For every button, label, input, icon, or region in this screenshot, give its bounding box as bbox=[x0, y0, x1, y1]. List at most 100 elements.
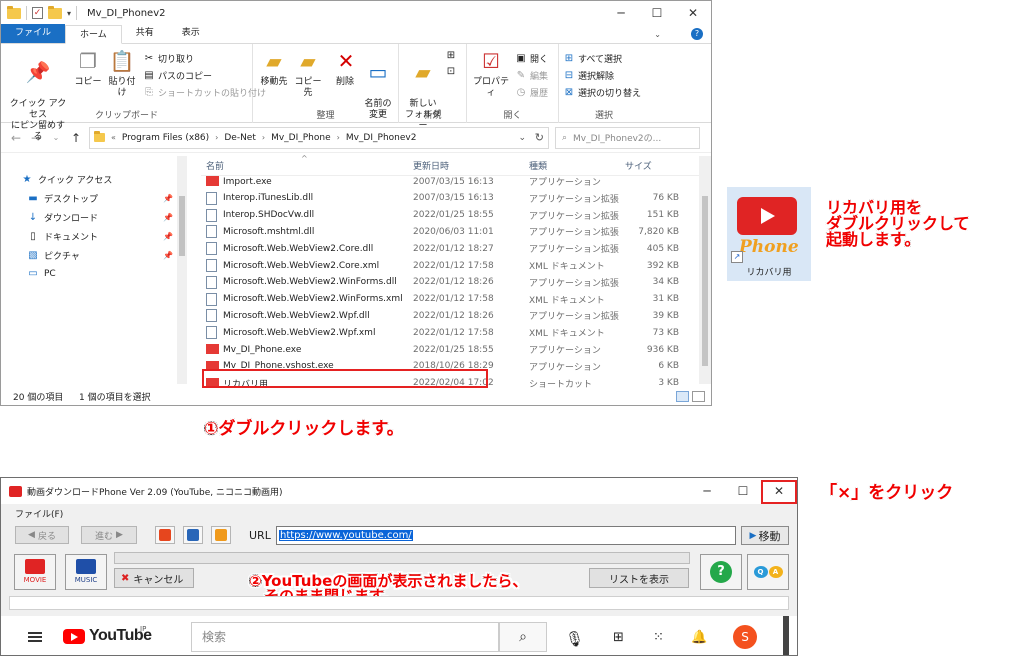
show-list-button[interactable]: リストを表示 bbox=[589, 568, 689, 588]
copy-path-button[interactable]: ▤ パスのコピー bbox=[143, 69, 212, 82]
pin-icon[interactable]: 📌 bbox=[163, 251, 173, 260]
notifications-bell-icon[interactable]: 🔔 bbox=[691, 630, 707, 645]
folder-icon[interactable] bbox=[7, 5, 21, 19]
select-all-button[interactable]: ⊞ すべて選択 bbox=[563, 52, 622, 65]
tab-file[interactable]: ファイル bbox=[1, 24, 66, 43]
delete-button[interactable]: ✕ 削除 bbox=[333, 48, 357, 88]
invert-selection-button[interactable]: ⊠ 選択の切り替え bbox=[563, 86, 641, 99]
new-folder-icon[interactable] bbox=[48, 5, 62, 19]
ribbon-collapse-icon[interactable]: ⌄ bbox=[654, 30, 661, 39]
maximize-button[interactable]: ☐ bbox=[639, 1, 675, 25]
close-button[interactable]: ✕ bbox=[675, 1, 711, 25]
edit-button[interactable]: ✎ 編集 bbox=[515, 69, 548, 82]
cut-button[interactable]: ✂ 切り取り bbox=[143, 52, 194, 65]
move-to-button[interactable]: ▰ 移動先 bbox=[259, 48, 289, 88]
up-arrow-icon[interactable]: ↑ bbox=[69, 131, 83, 145]
minimize-button[interactable]: ─ bbox=[603, 1, 639, 25]
table-row[interactable]: Interop.iTunesLib.dll 2007/03/15 16:13 アプリ… bbox=[201, 190, 689, 207]
properties-check-icon[interactable]: ✓ bbox=[32, 7, 43, 19]
movie-button[interactable]: MOVIE bbox=[14, 554, 56, 590]
url-input[interactable]: https://www.youtube.com/ bbox=[276, 526, 736, 545]
page-scrollbar[interactable] bbox=[783, 616, 789, 655]
nav-item-pictures[interactable]: ▧ ピクチャ 📌 bbox=[27, 249, 173, 262]
go-button[interactable]: ▶ 移動 bbox=[741, 526, 789, 545]
table-row[interactable]: Microsoft.Web.WebView2.Core.xml 2022/01/1… bbox=[201, 257, 689, 274]
pin-to-quick-access-button[interactable]: 📌 クイック アクセス にピン留めする bbox=[7, 48, 69, 143]
tab-view[interactable]: 表示 bbox=[168, 24, 214, 43]
copy-to-button[interactable]: ▰ コピー先 bbox=[291, 48, 325, 99]
details-view-icon[interactable] bbox=[676, 390, 689, 402]
menu-file[interactable]: ファイル(F) bbox=[15, 507, 63, 520]
youtube-search-input[interactable]: 検索 bbox=[191, 622, 499, 652]
column-type[interactable]: 種類 bbox=[529, 159, 547, 172]
column-name[interactable]: 名前 bbox=[206, 159, 224, 172]
refresh-icon[interactable]: ↻ bbox=[535, 131, 544, 144]
tab-home[interactable]: ホーム bbox=[65, 25, 122, 44]
minimize-button[interactable]: ─ bbox=[689, 478, 725, 504]
nav-item-documents[interactable]: ▯ ドキュメント 📌 bbox=[27, 230, 173, 243]
avatar[interactable]: S bbox=[733, 625, 757, 649]
back-button[interactable]: ◀ 戻る bbox=[15, 526, 69, 544]
pin-icon[interactable]: 📌 bbox=[163, 194, 173, 203]
file-list-scrollbar[interactable] bbox=[699, 156, 711, 384]
paste-shortcut-button[interactable]: ⎘ ショートカットの貼り付け bbox=[143, 86, 266, 99]
table-row[interactable]: Microsoft.Web.WebView2.Core.dll 2022/01/1… bbox=[201, 240, 689, 257]
search-box[interactable]: ⌕ Mv_DI_Phonev2の... bbox=[555, 126, 700, 149]
youtube-logo-icon[interactable] bbox=[63, 629, 85, 644]
cancel-button[interactable]: ✖ キャンセル bbox=[114, 568, 194, 588]
new-item-button[interactable]: ⊞ bbox=[445, 50, 457, 61]
table-row[interactable]: Microsoft.Web.WebView2.WinForms.dll 2022/… bbox=[201, 274, 689, 291]
scroll-thumb[interactable] bbox=[702, 196, 708, 366]
breadcrumb-item[interactable]: Mv_DI_Phone bbox=[271, 133, 331, 143]
table-row[interactable]: Microsoft.Web.WebView2.WinForms.xml 2022/… bbox=[201, 291, 689, 308]
home-button[interactable] bbox=[211, 526, 231, 544]
large-icons-view-icon[interactable] bbox=[692, 390, 705, 402]
microphone-icon[interactable]: 🎙 bbox=[565, 630, 584, 648]
music-button[interactable]: MUSIC bbox=[65, 554, 107, 590]
cell-date: 2022/01/12 17:58 bbox=[413, 294, 494, 305]
address-dropdown-icon[interactable]: ⌄ bbox=[518, 133, 526, 143]
table-row[interactable]: Interop.SHDocVw.dll 2022/01/25 18:55 アプリケー… bbox=[201, 207, 689, 224]
table-row[interactable]: Import.exe 2007/03/15 16:13 アプリケーション bbox=[201, 173, 689, 190]
apps-grid-icon[interactable]: ⁙ bbox=[653, 630, 664, 645]
easy-access-button[interactable]: ⊡ bbox=[445, 66, 457, 77]
table-row[interactable]: Microsoft.Web.WebView2.Wpf.xml 2022/01/12… bbox=[201, 324, 689, 341]
select-none-button[interactable]: ⊟ 選択解除 bbox=[563, 69, 614, 82]
stop-button[interactable] bbox=[155, 526, 175, 544]
reload-button[interactable] bbox=[183, 526, 203, 544]
recovery-shortcut-icon[interactable]: Phone ↗ リカバリ用 bbox=[727, 187, 811, 281]
help-icon[interactable]: ? bbox=[691, 28, 703, 40]
open-button[interactable]: ▣ 開く bbox=[515, 52, 548, 65]
column-date[interactable]: 更新日時 bbox=[413, 159, 449, 172]
table-row[interactable]: Microsoft.Web.WebView2.Wpf.dll 2022/01/12… bbox=[201, 307, 689, 324]
create-video-icon[interactable]: ⊞ bbox=[613, 630, 624, 645]
forward-button[interactable]: 進む ▶ bbox=[81, 526, 137, 544]
pin-icon[interactable]: 📌 bbox=[163, 213, 173, 222]
breadcrumb-item[interactable]: Program Files (x86) bbox=[122, 133, 209, 143]
nav-item-quick-access[interactable]: ★ クイック アクセス bbox=[21, 173, 113, 186]
customize-dropdown-icon[interactable]: ▾ bbox=[67, 9, 71, 18]
address-bar[interactable]: « Program Files (x86) › De-Net › Mv_DI_P… bbox=[89, 126, 549, 149]
pin-icon[interactable]: 📌 bbox=[163, 232, 173, 241]
table-row[interactable]: Mv_DI_Phone.exe 2022/01/25 18:55 アプリケーション 9… bbox=[201, 341, 689, 358]
history-button[interactable]: ◷ 履歴 bbox=[515, 86, 548, 99]
qa-button[interactable]: Q A bbox=[747, 554, 789, 590]
breadcrumb-item[interactable]: De-Net bbox=[224, 133, 256, 143]
nav-item-desktop[interactable]: ▬ デスクトップ 📌 bbox=[27, 192, 173, 205]
column-size[interactable]: サイズ bbox=[625, 159, 652, 172]
nav-item-pc[interactable]: ▭ PC bbox=[27, 268, 55, 279]
copy-button[interactable]: ❐ コピー bbox=[73, 48, 103, 88]
maximize-button[interactable]: ☐ bbox=[725, 478, 761, 504]
help-button[interactable]: ? bbox=[700, 554, 742, 590]
nav-item-downloads[interactable]: ↓ ダウンロード 📌 bbox=[27, 211, 173, 224]
breadcrumb-item[interactable]: Mv_DI_Phonev2 bbox=[346, 133, 417, 143]
nav-scrollbar[interactable] bbox=[177, 156, 187, 384]
paste-button[interactable]: 📋 貼り付け bbox=[105, 48, 139, 99]
search-icon[interactable]: ⌕ bbox=[499, 622, 547, 652]
properties-button[interactable]: ☑ プロパティ bbox=[471, 48, 511, 99]
menu-hamburger-icon[interactable] bbox=[28, 632, 42, 642]
table-row[interactable]: Microsoft.mshtml.dll 2020/06/03 11:01 アプリケ… bbox=[201, 223, 689, 240]
scroll-thumb[interactable] bbox=[179, 196, 185, 256]
file-icon bbox=[206, 225, 217, 239]
tab-share[interactable]: 共有 bbox=[122, 24, 168, 43]
